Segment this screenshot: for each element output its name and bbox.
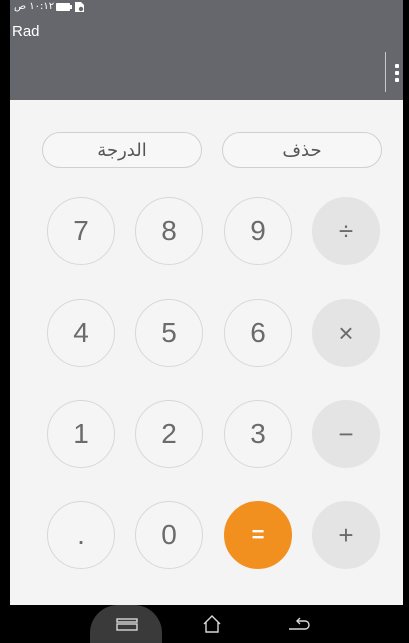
back-icon[interactable] <box>287 616 311 632</box>
key-6[interactable]: 6 <box>224 299 292 367</box>
multiply-button[interactable]: × <box>312 299 380 367</box>
home-icon[interactable] <box>202 614 222 634</box>
plus-button[interactable]: + <box>312 501 380 569</box>
minus-button[interactable]: − <box>312 400 380 468</box>
status-time: ١٠:١٢ ص <box>14 1 55 12</box>
notification-file-icon <box>75 2 84 12</box>
keypad: الدرجة حذف 7 8 9 ÷ 4 5 6 × 1 2 3 − . 0 =… <box>10 100 403 605</box>
display-area: ١٠:١٢ ص Rad <box>10 0 403 100</box>
key-5[interactable]: 5 <box>135 299 203 367</box>
menu-divider <box>385 52 386 92</box>
device-frame-right <box>403 0 409 643</box>
key-3[interactable]: 3 <box>224 400 292 468</box>
key-0[interactable]: 0 <box>135 501 203 569</box>
key-2[interactable]: 2 <box>135 400 203 468</box>
equals-button[interactable]: = <box>224 501 292 569</box>
decimal-point-button[interactable]: . <box>47 501 115 569</box>
key-9[interactable]: 9 <box>224 197 292 265</box>
battery-icon <box>56 3 72 11</box>
key-7[interactable]: 7 <box>47 197 115 265</box>
angle-mode-indicator: Rad <box>12 23 40 40</box>
calculator-screen: ١٠:١٢ ص Rad الدرجة حذف 7 8 9 ÷ 4 5 6 × 1… <box>0 0 409 643</box>
divide-button[interactable]: ÷ <box>312 197 380 265</box>
navigation-bar <box>10 605 403 643</box>
recent-apps-icon[interactable] <box>116 618 138 631</box>
angle-unit-button[interactable]: الدرجة <box>42 132 202 168</box>
overflow-menu-icon[interactable] <box>390 60 404 88</box>
status-bar: ١٠:١٢ ص <box>10 0 403 16</box>
key-1[interactable]: 1 <box>47 400 115 468</box>
key-4[interactable]: 4 <box>47 299 115 367</box>
key-8[interactable]: 8 <box>135 197 203 265</box>
device-frame-left <box>0 0 10 643</box>
clear-button[interactable]: حذف <box>222 132 382 168</box>
